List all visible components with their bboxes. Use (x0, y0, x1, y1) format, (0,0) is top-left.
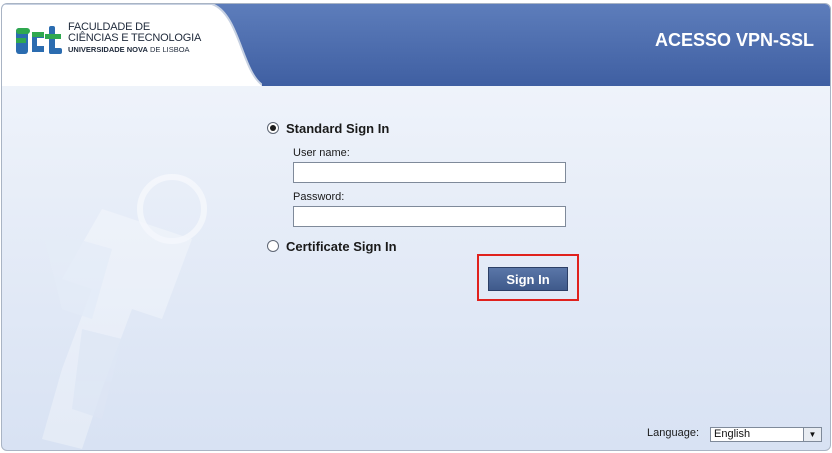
header-bar: FACULDADE DE CIÊNCIAS E TECNOLOGIA UNIVE… (2, 4, 830, 86)
language-select[interactable]: English ▼ (710, 427, 822, 442)
fct-logo (16, 26, 62, 54)
standard-sign-in-label: Standard Sign In (286, 120, 390, 136)
logo-line-3-rest: DE LISBOA (147, 45, 190, 54)
logo-line-3-bold: UNIVERSIDADE NOVA (68, 45, 148, 54)
certificate-sign-in-option[interactable]: Certificate Sign In (267, 236, 597, 256)
key-watermark-icon (42, 174, 207, 449)
password-label: Password: (293, 191, 345, 203)
language-label: Language: (647, 427, 699, 439)
logo-line-3: UNIVERSIDADE NOVA DE LISBOA (68, 44, 201, 55)
chevron-down-icon[interactable]: ▼ (803, 428, 821, 441)
logo-area: FACULDADE DE CIÊNCIAS E TECNOLOGIA UNIVE… (2, 4, 262, 86)
sign-in-button[interactable]: Sign In (488, 267, 568, 291)
logo-text: FACULDADE DE CIÊNCIAS E TECNOLOGIA UNIVE… (68, 22, 201, 55)
login-form: Standard Sign In User name: Password: Ce… (267, 118, 597, 256)
language-selected-value: English (714, 428, 751, 440)
certificate-sign-in-radio[interactable] (267, 240, 279, 252)
logo-line-2: CIÊNCIAS E TECNOLOGIA (68, 32, 202, 44)
standard-sign-in-option[interactable]: Standard Sign In (267, 118, 597, 138)
username-label: User name: (293, 147, 350, 159)
sign-in-highlight: Sign In (477, 254, 579, 301)
page-title: ACESSO VPN-SSL (654, 30, 814, 50)
standard-sign-in-radio[interactable] (267, 122, 279, 134)
login-window: FACULDADE DE CIÊNCIAS E TECNOLOGIA UNIVE… (1, 3, 831, 451)
password-input[interactable] (293, 206, 566, 227)
username-input[interactable] (293, 162, 566, 183)
certificate-sign-in-label: Certificate Sign In (286, 238, 397, 254)
